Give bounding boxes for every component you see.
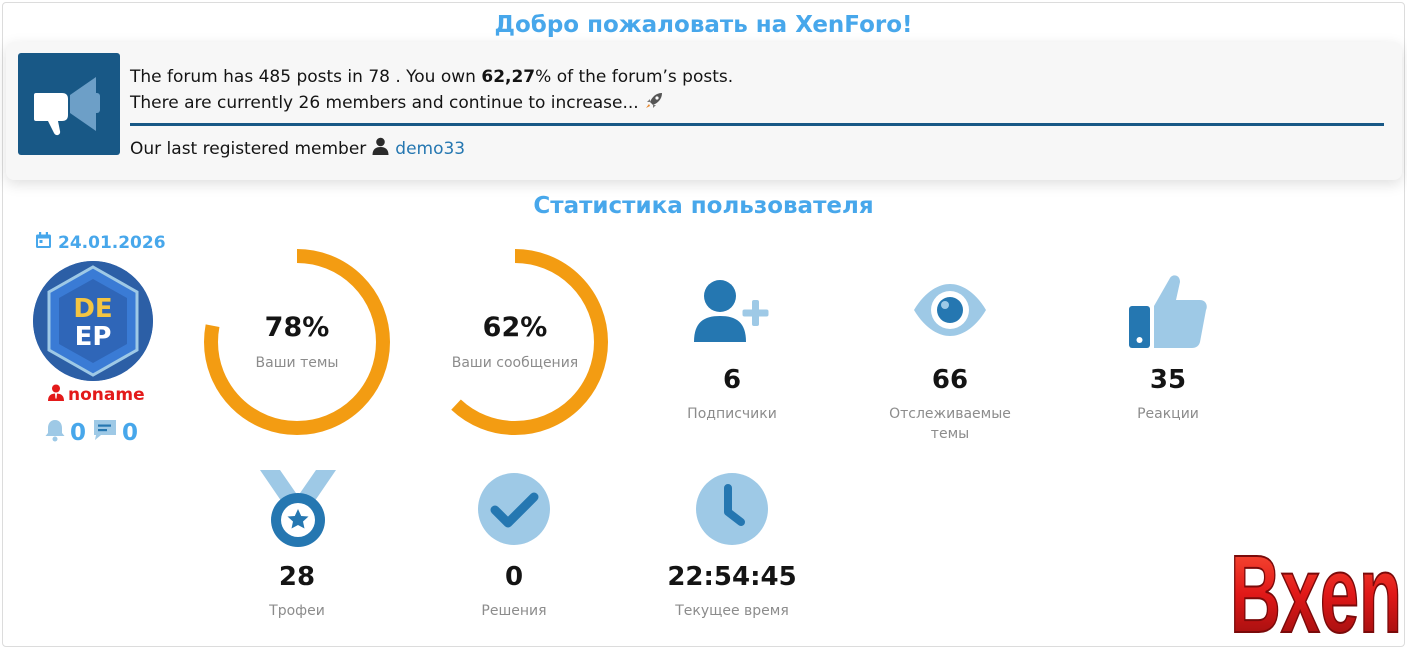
check-circle-icon [477, 472, 551, 550]
reactions-count: 35 [1149, 365, 1187, 395]
calendar-icon [35, 232, 52, 254]
user-counters: 0 0 [44, 418, 144, 448]
bxen-logo-text: Bxen [1230, 533, 1402, 642]
join-date-value: 24.01.2026 [58, 233, 166, 253]
threads-label: Ваши темы [255, 355, 339, 371]
followers-count: 6 [722, 365, 742, 395]
welcome-title: Добро пожаловать на XenForo! [494, 12, 913, 38]
last-member-label: Our last registered member [130, 138, 367, 159]
forum-stats-text: The forum has 485 posts in 78 . You own … [130, 64, 733, 116]
megaphone-thumbs-down-icon [18, 53, 120, 155]
user-stats-title: Статистика пользователя [533, 193, 874, 219]
avatar-text-bottom: EP [75, 322, 112, 352]
alerts-count: 0 [70, 420, 87, 446]
threads-percent: 78% [264, 312, 330, 343]
alerts-counter[interactable]: 0 [44, 418, 86, 448]
notice-divider [130, 123, 1384, 126]
current-time-label: Текущее время [675, 603, 789, 619]
comment-icon [92, 418, 118, 448]
solutions-label: Решения [481, 603, 547, 619]
watched-label-line2: темы [930, 426, 970, 442]
trophies-label: Трофеи [269, 603, 325, 619]
members-summary: There are currently 26 members and conti… [130, 93, 639, 113]
conversations-count: 0 [122, 420, 139, 446]
posts-summary: The forum has 485 posts in 78 . You own [130, 67, 482, 87]
posts-summary-suffix: % of the forum’s posts. [535, 67, 734, 87]
reactions-label: Реакции [1137, 406, 1199, 422]
clock-icon [695, 472, 769, 550]
username[interactable]: noname [48, 384, 145, 406]
user-icon [372, 137, 389, 160]
conversations-counter[interactable]: 0 [92, 418, 138, 448]
bxen-logo: Bxen [1230, 532, 1403, 642]
last-member-link[interactable]: demo33 [395, 139, 465, 159]
medal-icon [260, 470, 336, 552]
user-plus-icon [694, 278, 772, 348]
solutions-count: 0 [504, 562, 524, 592]
rocket-icon [644, 93, 664, 113]
thumbs-up-icon [1128, 272, 1208, 354]
watched-count: 66 [931, 365, 969, 395]
avatar[interactable]: DE EP [33, 261, 153, 381]
watched-label-line1: Отслеживаемые [889, 406, 1011, 422]
posts-percent: 62% [482, 312, 548, 343]
forum-notice: The forum has 485 posts in 78 . You own … [6, 42, 1402, 180]
user-tie-icon [48, 384, 64, 406]
avatar-text-top: DE [73, 294, 112, 324]
followers-label: Подписчики [687, 406, 777, 422]
trophies-count: 28 [278, 562, 316, 592]
bell-icon [44, 418, 66, 448]
current-time: 22:54:45 [667, 562, 797, 592]
own-percent: 62,27 [481, 67, 536, 87]
posts-label: Ваши сообщения [451, 355, 579, 371]
join-date: 24.01.2026 [35, 232, 166, 254]
eye-icon [912, 282, 988, 342]
last-member: Our last registered member demo33 [130, 137, 465, 160]
username-text: noname [68, 385, 145, 405]
watched-label: Отслеживаемые темы [860, 404, 1040, 444]
